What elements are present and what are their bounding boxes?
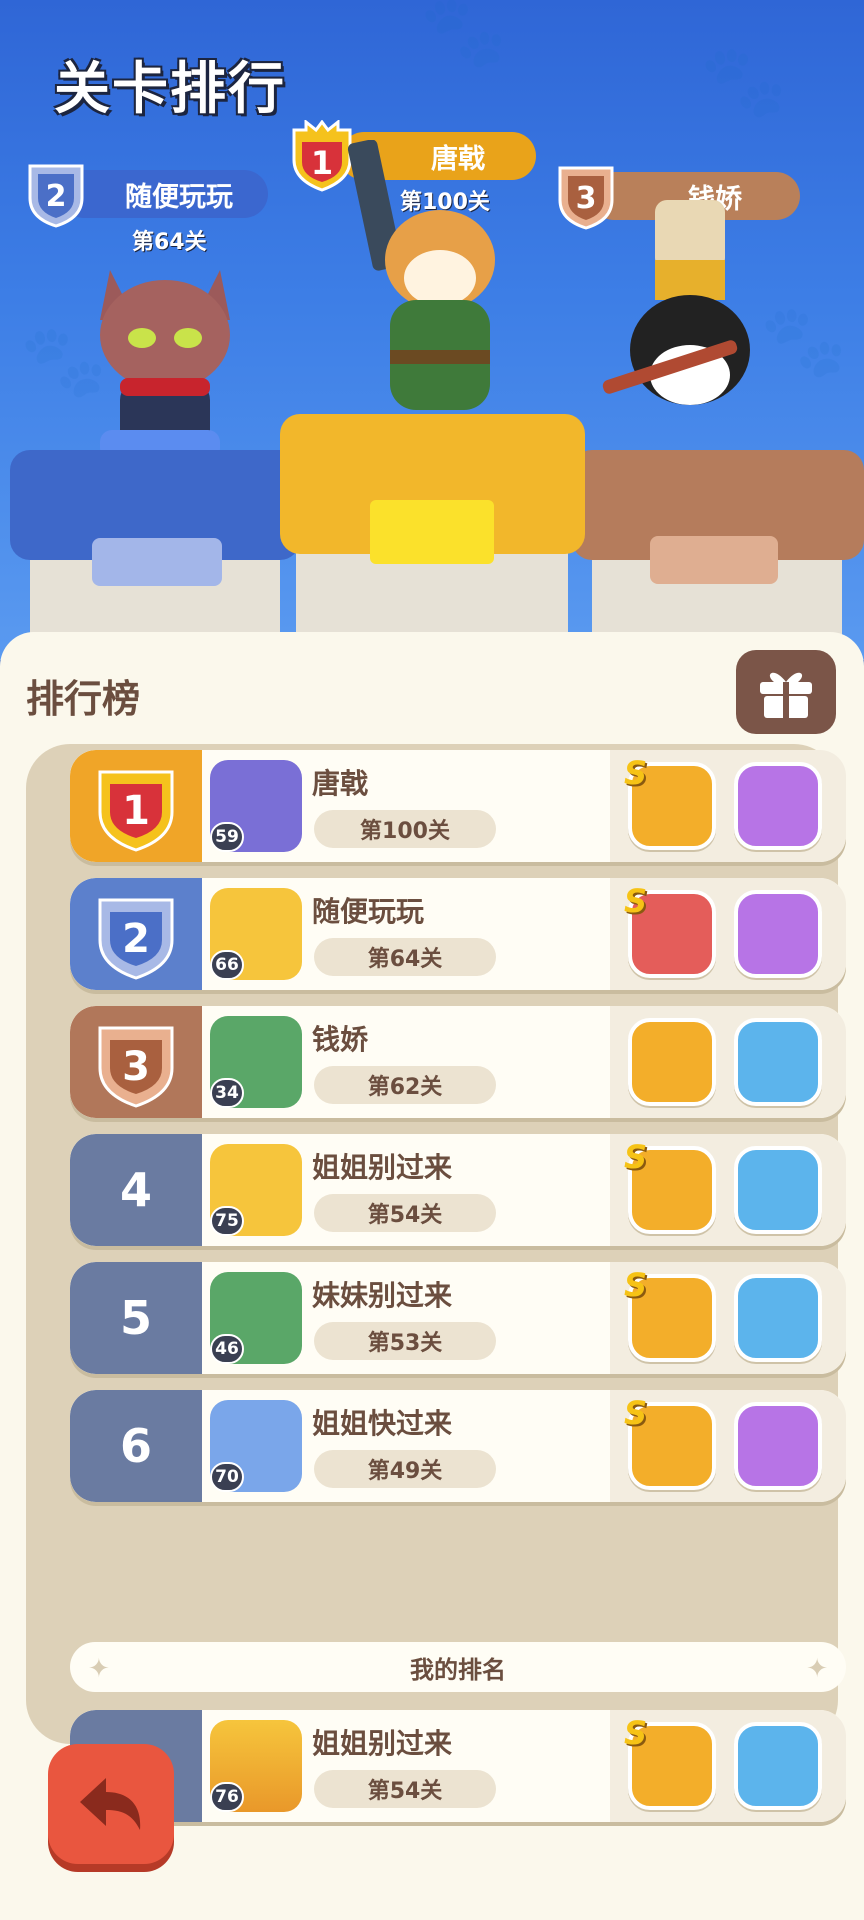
my-rank-row[interactable]: 4 76 姐姐别过来 第54关 S [70,1710,846,1822]
rank-number: 3 [122,1044,150,1090]
ranking-row[interactable]: 5 46 妹妹别过来 第53关 S [70,1262,846,1374]
podium-second-rank: 2 [45,178,67,214]
my-rank-label: 我的排名 [410,1655,506,1684]
s-rank-badge: S [624,1266,648,1304]
podium-third-rank: 3 [575,180,597,216]
back-button[interactable] [48,1744,174,1864]
blue-shield-icon: 2 [26,158,86,228]
rank-cell: 2 [70,878,202,990]
page-title: 关卡排行 [54,57,286,122]
avatar-level-badge: 34 [210,1078,244,1108]
podium-second-block [10,450,300,660]
penguin-character [600,200,770,430]
player-name: 姐姐别过来 [312,1727,453,1760]
avatar-level-badge: 75 [210,1206,244,1236]
pet-icon [734,1722,822,1810]
pet-icon [734,762,822,850]
ranking-row[interactable]: 6 70 姐姐快过来 第49关 S [70,1390,846,1502]
dog-character [340,139,510,440]
s-rank-badge: S [624,754,648,792]
avatar-level-badge: 70 [210,1462,244,1492]
gift-button[interactable] [736,650,836,734]
rank-number: 5 [119,1291,152,1345]
avatar-level-badge: 66 [210,950,244,980]
podium-second-level: 第64关 [132,230,207,255]
ranking-row[interactable]: 1 59 唐戟 第100关 S [70,750,846,862]
rank-cell: 1 [70,750,202,862]
panel-title: 排行榜 [26,677,141,721]
s-rank-badge: S [624,1138,648,1176]
sparkle-icon: ✦ [88,1654,110,1684]
rank-number: 4 [119,1163,152,1217]
gift-icon [760,672,812,718]
podium-first-rank: 1 [310,144,334,182]
player-name: 唐戟 [312,767,369,800]
cat-character [90,260,240,480]
weapon-icon [628,1018,716,1106]
podium-scene: 🐾 🐾 🐾 🐾 关卡排行 唐戟 1 第100关 随便玩玩 2 第64关 钱娇 3 [0,0,864,660]
podium-first-block [280,414,585,660]
paw-print-decor: 🐾 [700,40,788,122]
player-name: 姐姐快过来 [312,1407,453,1440]
s-rank-badge: S [624,1714,648,1752]
pet-icon [734,890,822,978]
podium-second-name-tag: 随便玩玩 [60,170,268,218]
player-name: 钱娇 [312,1023,369,1056]
player-name: 妹妹别过来 [312,1279,453,1312]
stage-pill: 第64关 [314,938,496,976]
paw-print-decor: 🐾 [760,300,848,382]
sparkle-icon: ✦ [806,1654,828,1684]
player-name: 姐姐别过来 [312,1151,453,1184]
avatar-level-badge: 59 [210,822,244,852]
stage-pill: 第54关 [314,1770,496,1808]
pet-icon [734,1146,822,1234]
stage-pill: 第54关 [314,1194,496,1232]
pet-icon [734,1018,822,1106]
stage-pill: 第100关 [314,810,496,848]
podium-third-block [572,450,864,660]
my-rank-divider: ✦ 我的排名 ✦ [70,1642,846,1692]
player-name: 随便玩玩 [312,895,425,928]
pet-icon [734,1274,822,1362]
stage-pill: 第53关 [314,1322,496,1360]
pet-icon [734,1402,822,1490]
back-arrow-icon [80,1778,141,1830]
paw-print-decor: 🐾 [420,0,508,72]
rank-number: 2 [122,916,150,962]
rank-cell: 4 [70,1134,202,1246]
rank-cell: 6 [70,1390,202,1502]
s-rank-badge: S [624,1394,648,1432]
rank-number: 6 [119,1419,152,1473]
s-rank-badge: S [624,882,648,920]
ranking-row[interactable]: 3 34 钱娇 第62关 [70,1006,846,1118]
avatar-level-badge: 46 [210,1334,244,1364]
rank-number: 1 [122,788,150,834]
podium-second-name: 随便玩玩 [125,181,233,213]
ranking-list: 1 59 唐戟 第100关 S 2 66 随便玩玩 第64关 S 3 34 钱娇… [26,744,846,1822]
stage-pill: 第62关 [314,1066,496,1104]
ranking-row[interactable]: 4 75 姐姐别过来 第54关 S [70,1134,846,1246]
rank-cell: 5 [70,1262,202,1374]
ranking-row[interactable]: 2 66 随便玩玩 第64关 S [70,878,846,990]
rank-cell: 3 [70,1006,202,1118]
stage-pill: 第49关 [314,1450,496,1488]
avatar-level-badge: 76 [210,1782,244,1812]
leaderboard-panel: 排行榜 1 59 唐戟 第100关 S 2 66 随便玩玩 第64关 S 3 3… [0,632,864,1920]
